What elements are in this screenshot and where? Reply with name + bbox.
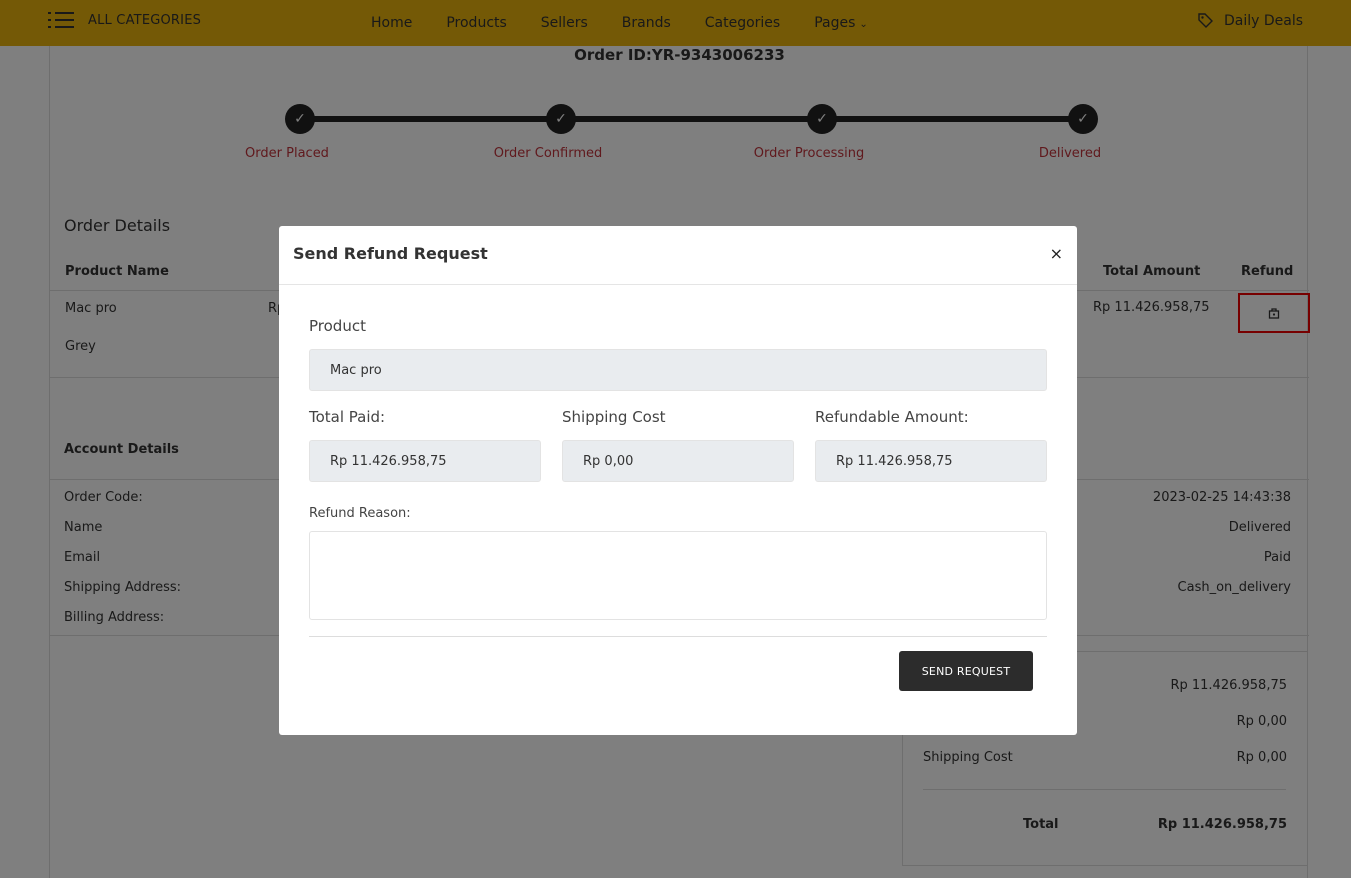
product-label: Product	[309, 317, 366, 335]
total-paid-field[interactable]: Rp 11.426.958,75	[309, 440, 541, 482]
refund-reason-textarea[interactable]	[309, 531, 1047, 620]
modal-header: Send Refund Request ×	[279, 226, 1077, 285]
refundable-amount-field[interactable]: Rp 11.426.958,75	[815, 440, 1047, 482]
refund-reason-label: Refund Reason:	[309, 506, 411, 521]
refund-request-modal: Send Refund Request × Product Mac pro To…	[279, 226, 1077, 735]
divider	[309, 636, 1047, 637]
total-paid-label: Total Paid:	[309, 408, 386, 426]
product-field[interactable]: Mac pro	[309, 349, 1047, 391]
send-request-button[interactable]: SEND REQUEST	[899, 651, 1033, 691]
refundable-amount-label: Refundable Amount:	[815, 408, 969, 426]
shipping-cost-field[interactable]: Rp 0,00	[562, 440, 794, 482]
shipping-cost-label: Shipping Cost	[562, 408, 666, 426]
close-icon[interactable]: ×	[1050, 244, 1063, 263]
modal-title: Send Refund Request	[293, 244, 488, 263]
